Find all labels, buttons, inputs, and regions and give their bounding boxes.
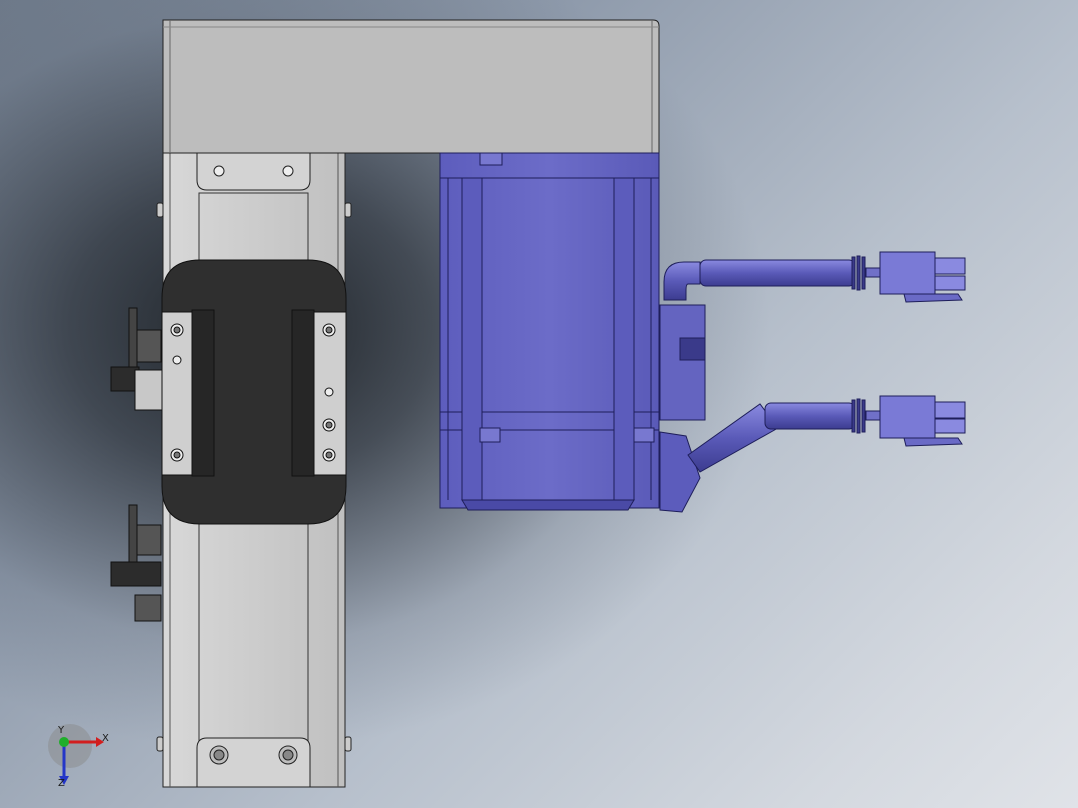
triad-y-label: Y (58, 725, 65, 736)
motor-connector-housing[interactable] (659, 304, 706, 513)
motor-bridge-cover[interactable] (162, 19, 660, 154)
mounting-clamp-lower[interactable] (110, 504, 162, 622)
cad-model[interactable] (0, 0, 1078, 808)
servo-motor[interactable] (439, 152, 660, 511)
reference-triad (48, 724, 104, 785)
triad-z-label: Z (58, 778, 65, 789)
graphics-viewport[interactable]: X Y Z (0, 0, 1078, 808)
slider-carriage[interactable] (161, 259, 347, 525)
power-cable[interactable] (663, 251, 966, 303)
triad-x-label: X (102, 733, 109, 744)
encoder-cable[interactable] (687, 395, 966, 473)
